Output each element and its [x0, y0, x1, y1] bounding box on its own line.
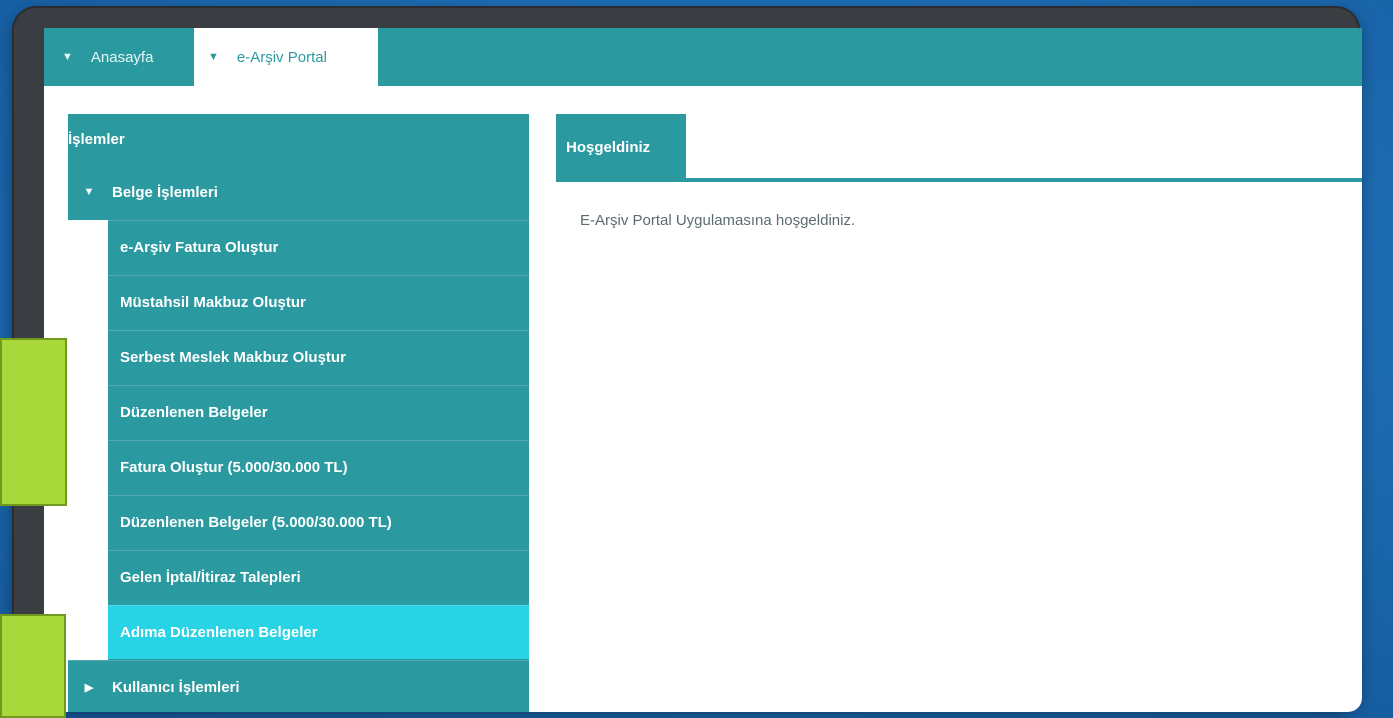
content-tab-underline [556, 178, 1362, 182]
sidebar-group-label: Belge İşlemleri [112, 183, 218, 201]
content-tab-label: Hoşgeldiniz [566, 138, 651, 156]
sidebar-item-label: Düzenlenen Belgeler (5.000/30.000 TL) [120, 514, 392, 531]
caret-down-icon: ▼ [62, 51, 73, 63]
caret-down-icon: ▼ [83, 186, 95, 198]
sidebar-item-label: Düzenlenen Belgeler [120, 404, 268, 421]
highlight-box [0, 338, 67, 506]
sidebar-item-label: Fatura Oluştur (5.000/30.000 TL) [120, 459, 348, 476]
sidebar-item-label: Müstahsil Makbuz Oluştur [120, 294, 306, 311]
sidebar-item-label: Gelen İptal/İtiraz Talepleri [120, 569, 301, 586]
caret-down-icon: ▼ [208, 51, 219, 63]
sidebar-item-earsiv-fatura[interactable]: e-Arşiv Fatura Oluştur [108, 220, 529, 274]
sidebar-header: İşlemler [68, 114, 529, 164]
sidebar-item-duzenlenen-belgeler[interactable]: Düzenlenen Belgeler [108, 385, 529, 439]
sidebar-header-label: İşlemler [68, 130, 125, 148]
tab-earsiv-portal[interactable]: ▼ e-Arşiv Portal [194, 28, 378, 86]
menu-indent-gap [68, 220, 108, 660]
sidebar-menu: İşlemler ▼ Belge İşlemleri e-Arşiv Fatur… [68, 114, 529, 712]
welcome-message: E-Arşiv Portal Uygulamasına hoşgeldiniz. [580, 212, 856, 229]
sidebar-item-adima-duzenlenen[interactable]: Adıma Düzenlenen Belgeler [108, 605, 529, 659]
device-frame: ▼ Anasayfa ▼ e-Arşiv Portal İşlemler ▼ B… [14, 8, 1362, 712]
sidebar-item-label: Adıma Düzenlenen Belgeler [120, 624, 318, 641]
app-screen: ▼ Anasayfa ▼ e-Arşiv Portal İşlemler ▼ B… [44, 28, 1362, 712]
sidebar-item-mustahsil-makbuz[interactable]: Müstahsil Makbuz Oluştur [108, 275, 529, 329]
sidebar-item-label: e-Arşiv Fatura Oluştur [120, 239, 279, 256]
sidebar-group-kullanici-islemleri[interactable]: ▶ Kullanıcı İşlemleri [68, 660, 529, 712]
sidebar-item-fatura-olustur-limit[interactable]: Fatura Oluştur (5.000/30.000 TL) [108, 440, 529, 494]
highlight-box [0, 614, 66, 718]
top-nav-bar: ▼ Anasayfa ▼ e-Arşiv Portal [44, 28, 1362, 86]
sidebar-group-belge-islemleri[interactable]: ▼ Belge İşlemleri [68, 164, 529, 220]
tab-hosgeldiniz[interactable]: Hoşgeldiniz [556, 114, 686, 180]
caret-right-icon: ▶ [84, 681, 94, 694]
tab-home-label: Anasayfa [90, 48, 154, 66]
sidebar-item-gelen-iptal-itiraz[interactable]: Gelen İptal/İtiraz Talepleri [108, 550, 529, 604]
tab-home[interactable]: ▼ Anasayfa [52, 28, 163, 86]
sidebar-group-label: Kullanıcı İşlemleri [112, 678, 240, 696]
sidebar-item-serbest-meslek[interactable]: Serbest Meslek Makbuz Oluştur [108, 330, 529, 384]
sidebar-item-duzenlenen-belgeler-limit[interactable]: Düzenlenen Belgeler (5.000/30.000 TL) [108, 495, 529, 549]
tab-portal-label: e-Arşiv Portal [236, 48, 327, 66]
sidebar-item-label: Serbest Meslek Makbuz Oluştur [120, 349, 346, 366]
